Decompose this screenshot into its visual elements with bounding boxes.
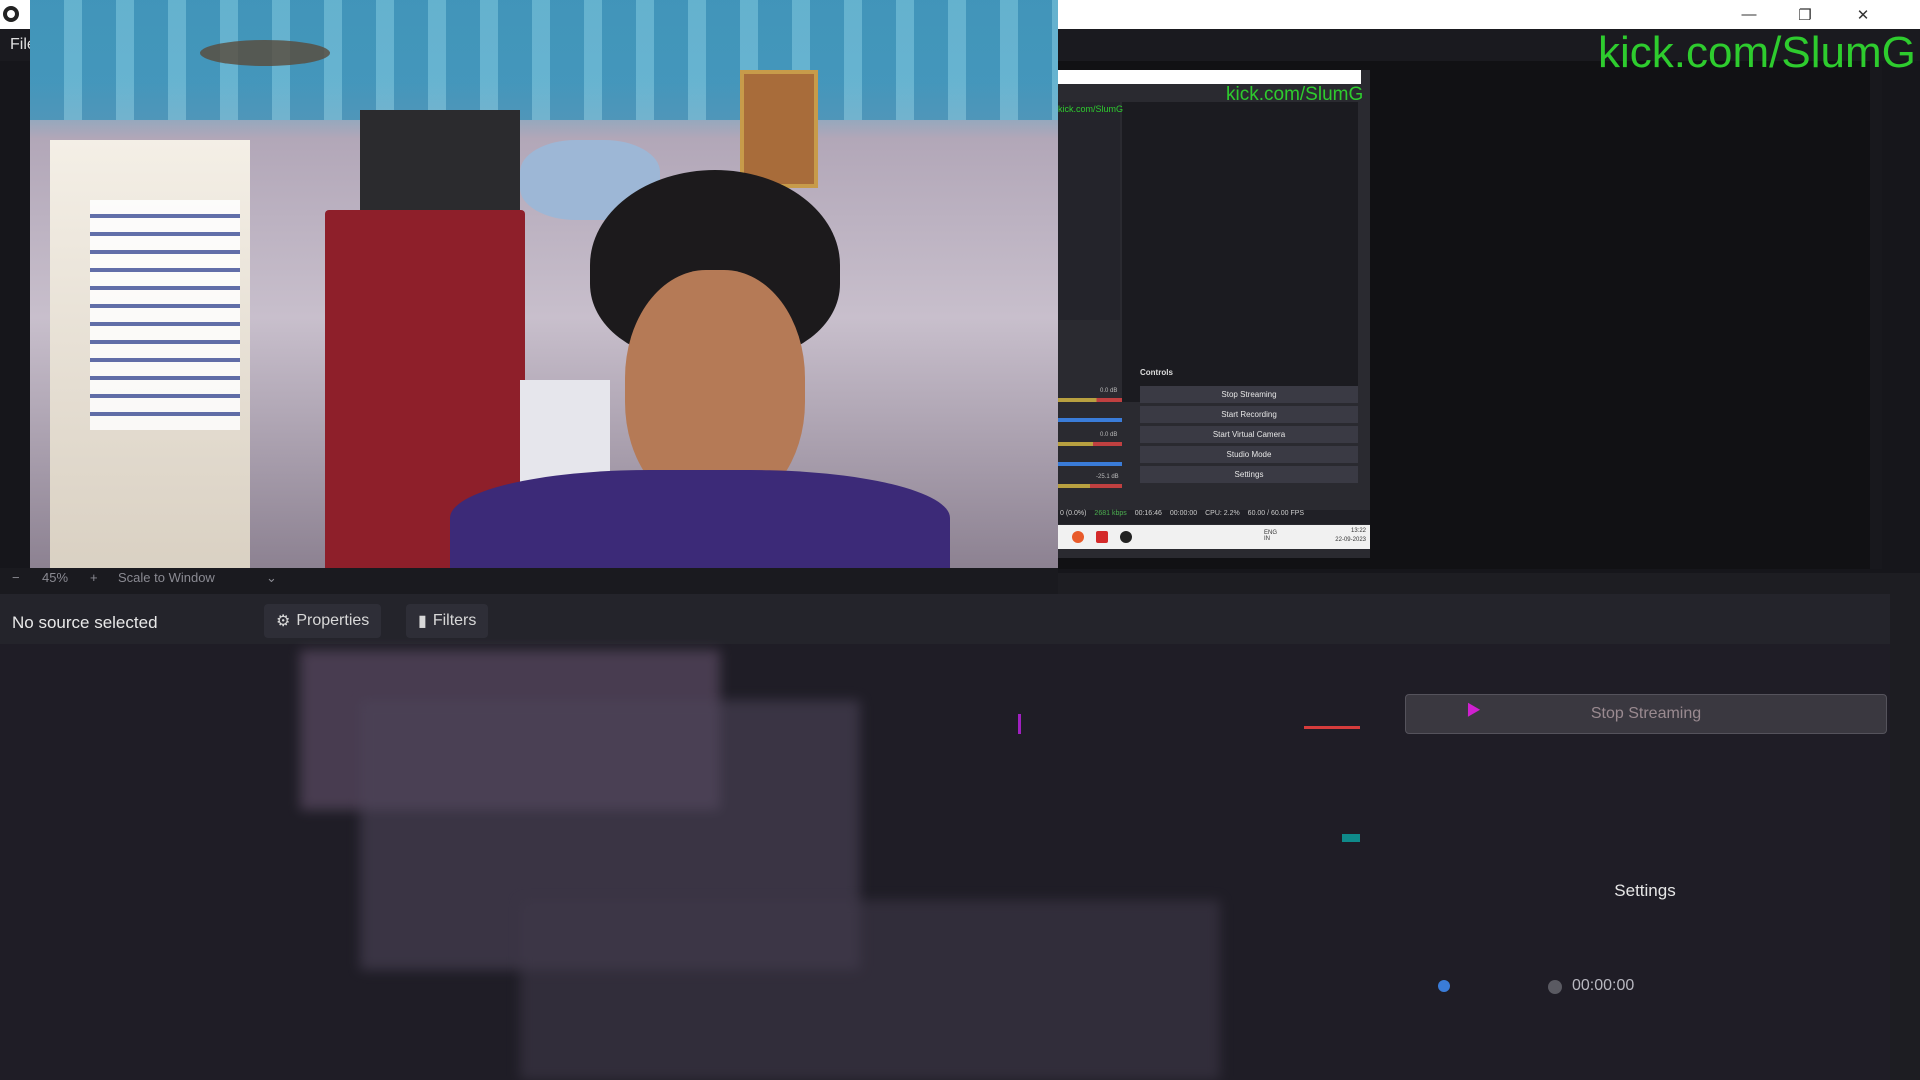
minimize-button[interactable]: —	[1720, 0, 1778, 29]
scale-mode-select[interactable]: Scale to Window	[118, 570, 215, 585]
teal-marker	[1342, 834, 1360, 842]
nested-volume-slider	[1058, 418, 1122, 422]
kick-url-overlay: kick.com/SlumG	[1598, 28, 1916, 77]
purple-shirt	[450, 470, 950, 578]
close-button[interactable]: ✕	[1834, 0, 1892, 29]
nested-stop-streaming-button: Stop Streaming	[1140, 386, 1358, 403]
nested-rec-time: 00:00:00	[1169, 510, 1198, 517]
nested-start-recording-button: Start Recording	[1140, 406, 1358, 423]
zoom-level: 45%	[42, 570, 69, 585]
settings-button[interactable]: Settings	[1405, 872, 1885, 910]
nested-db-readout: -25.1 dB	[1096, 474, 1119, 480]
ceiling	[30, 0, 1058, 120]
ceiling-fan	[200, 40, 330, 66]
nested-db-readout: 0.0 dB	[1100, 388, 1118, 394]
app-icon	[1096, 531, 1108, 543]
audio-meter-red	[1304, 726, 1360, 729]
nested-taskbar: ENG IN 13:22 22-09-2023	[1058, 525, 1370, 549]
nested-cpu: CPU: 2.2%	[1205, 510, 1240, 517]
browser-icon	[1072, 531, 1084, 543]
stop-streaming-button[interactable]: Stop Streaming	[1405, 694, 1887, 734]
maximize-button[interactable]: ❐	[1776, 0, 1834, 29]
webcam-feed	[30, 0, 1058, 578]
dark-bag	[360, 110, 520, 210]
nested-title-bar	[1058, 70, 1361, 84]
no-source-label: No source selected	[12, 613, 158, 632]
live-indicator-icon	[1438, 980, 1450, 992]
nested-mini-kick-text: kick.com/SlumG	[1058, 104, 1124, 114]
nested-audio-meter	[1058, 442, 1122, 446]
nested-audio-meter	[1058, 398, 1122, 402]
nested-mini-window: kick.com/SlumG	[1058, 102, 1124, 320]
nested-preview	[1122, 102, 1358, 402]
checkered-cloth	[90, 200, 240, 430]
nested-clock-time: 13:22	[1350, 528, 1366, 534]
filters-label: Filters	[432, 612, 477, 629]
nested-controls-title: Controls	[1140, 368, 1173, 377]
nested-studio-mode-button: Studio Mode	[1140, 446, 1358, 463]
audio-peak-marker	[1018, 714, 1021, 734]
nested-clock-date: 22-09-2023	[1335, 537, 1366, 543]
nested-live-time: 00:16:46	[1134, 510, 1162, 517]
nested-db-readout: 0.0 dB	[1100, 432, 1118, 438]
filters-button[interactable]: ▮ Filters	[406, 604, 489, 638]
status-bar: 00:00:00	[1340, 976, 1890, 1000]
recording-time: 00:00:00	[1572, 977, 1635, 994]
properties-button[interactable]: ⚙ Properties	[264, 604, 382, 638]
nested-dropped-frames: 0 (0.0%)	[1060, 510, 1087, 517]
nested-lang: ENG IN	[1264, 530, 1278, 542]
nested-fps: 60.00 / 60.00 FPS	[1247, 510, 1305, 517]
preview-scrollbar[interactable]	[1870, 61, 1882, 569]
chevron-down-icon[interactable]: ⌄	[266, 570, 277, 586]
nested-volume-slider	[1058, 462, 1122, 466]
filter-icon: ▮	[418, 613, 427, 630]
zoom-in-button[interactable]: +	[90, 570, 98, 585]
properties-label: Properties	[296, 612, 370, 629]
nested-settings-button: Settings	[1140, 466, 1358, 483]
nested-status-bar: 0 (0.0%) 2681 kbps 00:16:46 00:00:00 CPU…	[1058, 510, 1370, 524]
nested-obs-capture: kick.com/SlumG kick.com/SlumG 0.0 dB 0.0…	[1058, 70, 1370, 558]
framed-picture	[740, 70, 818, 188]
obs-logo-icon	[3, 6, 19, 22]
nested-virtual-camera-button: Start Virtual Camera	[1140, 426, 1358, 443]
record-indicator-icon	[1548, 980, 1562, 994]
zoom-out-button[interactable]: −	[12, 570, 20, 585]
blurred-region	[520, 900, 1220, 1080]
obs-taskbar-icon	[1120, 531, 1132, 543]
nested-audio-meter	[1058, 484, 1122, 488]
nested-bitrate: 2681 kbps	[1094, 510, 1127, 517]
gear-icon: ⚙	[276, 613, 291, 630]
nested-kick-text: kick.com/SlumG	[1226, 84, 1364, 105]
zoom-toolbar: − 45% + Scale to Window ⌄	[0, 568, 1058, 594]
